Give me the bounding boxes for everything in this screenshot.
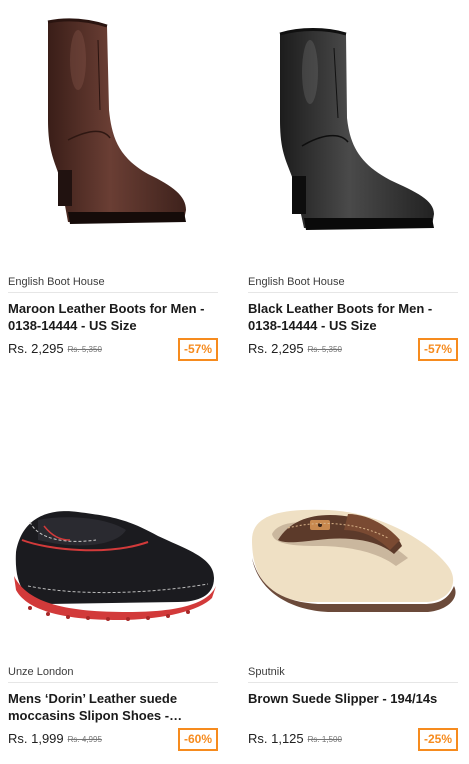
product-card[interactable]: Unze London Mens ‘Dorin’ Leather suede m… bbox=[8, 390, 228, 751]
discount-badge: -25% bbox=[417, 728, 458, 751]
product-name[interactable]: Mens ‘Dorin’ Leather suede moccasins Sli… bbox=[8, 690, 220, 724]
product-brand: Unze London bbox=[8, 666, 74, 678]
discount-badge: -60% bbox=[177, 728, 218, 751]
old-price: Rs. 5,350 bbox=[67, 345, 102, 354]
current-price: Rs. 1,125 bbox=[248, 731, 304, 746]
divider bbox=[248, 292, 458, 293]
product-image[interactable] bbox=[248, 0, 468, 262]
old-price: Rs. 4,995 bbox=[67, 735, 102, 744]
product-image[interactable] bbox=[8, 0, 228, 262]
current-price: Rs. 1,999 bbox=[8, 731, 64, 746]
price-row: Rs. 2,295 Rs. 5,350 -57% bbox=[8, 338, 220, 362]
price-row: Rs. 2,295 Rs. 5,350 -57% bbox=[248, 338, 460, 362]
product-price: Rs. 2,295 Rs. 5,350 bbox=[248, 341, 342, 356]
product-name[interactable]: Brown Suede Slipper - 194/14s bbox=[248, 690, 460, 707]
divider bbox=[248, 682, 458, 683]
price-row: Rs. 1,125 Rs. 1,500 -25% bbox=[248, 728, 460, 752]
black-boot-image bbox=[279, 28, 434, 230]
discount-badge: -57% bbox=[177, 338, 218, 361]
product-image[interactable] bbox=[8, 390, 228, 652]
product-card[interactable]: English Boot House Maroon Leather Boots … bbox=[8, 0, 228, 361]
slipper-image bbox=[252, 509, 456, 612]
product-name[interactable]: Black Leather Boots for Men - 0138-14444… bbox=[248, 300, 460, 334]
old-price: Rs. 1,500 bbox=[307, 735, 342, 744]
product-image[interactable] bbox=[248, 390, 468, 652]
moccasin-image bbox=[14, 511, 216, 621]
product-price: Rs. 1,125 Rs. 1,500 bbox=[248, 731, 342, 746]
product-card[interactable]: Sputnik Brown Suede Slipper - 194/14s Rs… bbox=[248, 390, 468, 751]
product-brand: Sputnik bbox=[248, 666, 285, 678]
product-name[interactable]: Maroon Leather Boots for Men - 0138-1444… bbox=[8, 300, 220, 334]
product-price: Rs. 2,295 Rs. 5,350 bbox=[8, 341, 102, 356]
current-price: Rs. 2,295 bbox=[8, 341, 64, 356]
discount-badge: -57% bbox=[417, 338, 458, 361]
old-price: Rs. 5,350 bbox=[307, 345, 342, 354]
current-price: Rs. 2,295 bbox=[248, 341, 304, 356]
divider bbox=[8, 682, 218, 683]
divider bbox=[8, 292, 218, 293]
product-brand: English Boot House bbox=[248, 276, 345, 288]
product-brand: English Boot House bbox=[8, 276, 105, 288]
price-row: Rs. 1,999 Rs. 4,995 -60% bbox=[8, 728, 220, 752]
product-price: Rs. 1,999 Rs. 4,995 bbox=[8, 731, 102, 746]
product-card[interactable]: English Boot House Black Leather Boots f… bbox=[248, 0, 468, 361]
maroon-boot-image bbox=[47, 18, 186, 224]
